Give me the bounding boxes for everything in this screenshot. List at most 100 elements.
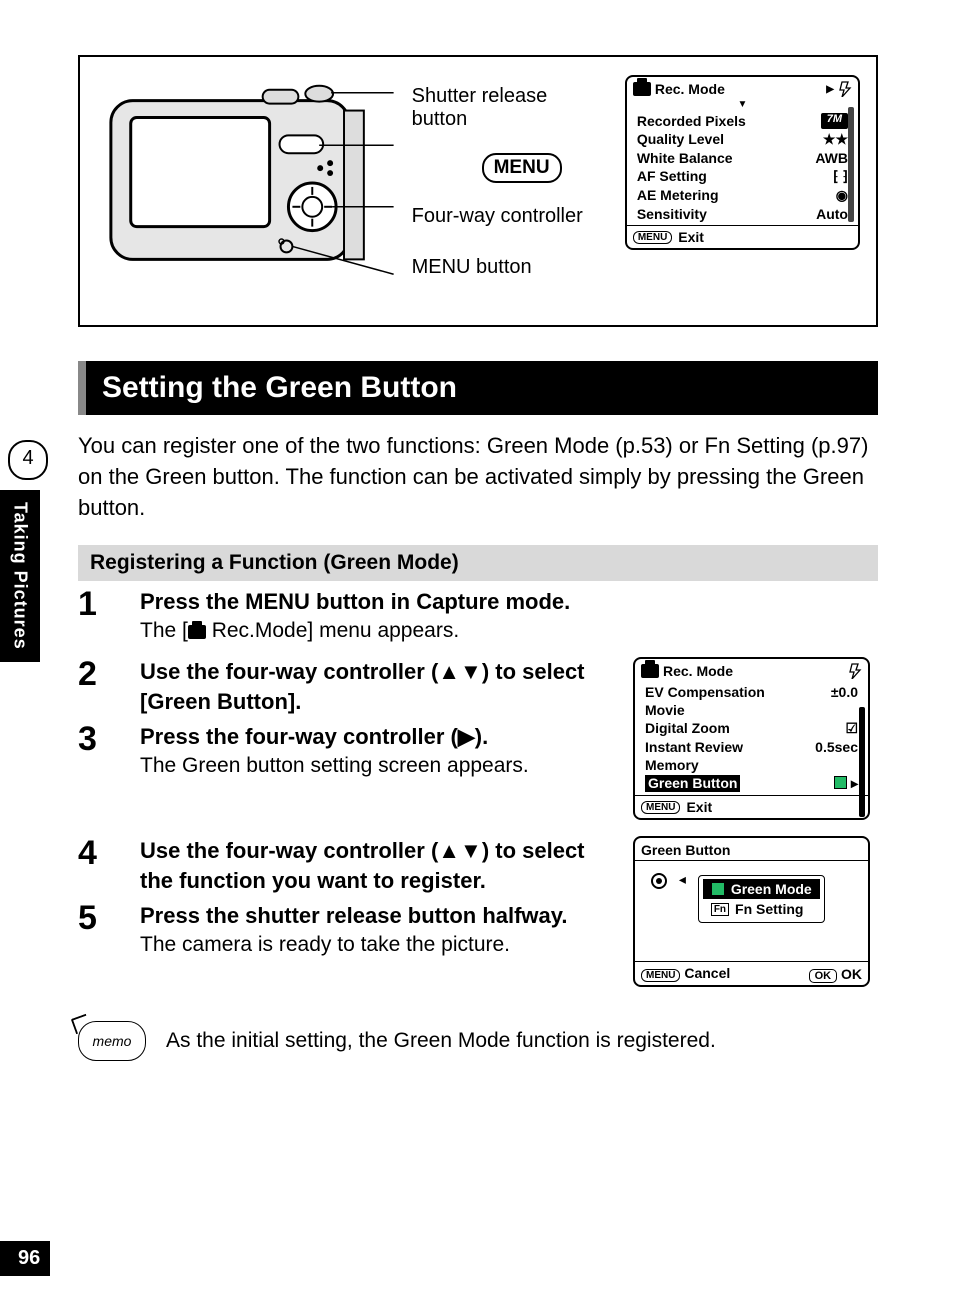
lcd-bottom: Green Button ◂ Green Mode Fn Fn Setting (633, 836, 870, 987)
row-label: AE Metering (637, 187, 719, 204)
sub-header: Registering a Function (Green Mode) (78, 545, 878, 581)
tool-icon (848, 663, 862, 679)
menu-small-icon: MENU (641, 969, 680, 982)
section-header: Setting the Green Button (78, 361, 878, 415)
row-value: ◉ (836, 187, 848, 204)
row-label: White Balance (637, 150, 733, 166)
lcd-middle-footer-text: Exit (686, 799, 712, 815)
memo-row: memo As the initial setting, the Green M… (78, 1021, 878, 1061)
row-label: Movie (645, 702, 685, 718)
menu-pill: MENU (482, 153, 562, 183)
page: 4 Taking Pictures 96 (0, 0, 954, 1314)
lcd-bottom-footer: MENU Cancel OK OK (635, 961, 868, 985)
lcd-top-body: Recorded Pixels 7M Quality Level ★★ White … (627, 110, 858, 225)
left-arrow-icon: ◂ (679, 871, 686, 887)
lcd-middle-body: EV Compensation±0.0 Movie Digital Zoom☑ … (635, 681, 868, 795)
step-5: 5 Press the shutter release button halfw… (78, 901, 615, 967)
lcd-top-footer-text: Exit (678, 229, 704, 245)
row-value: ★★ (823, 131, 848, 148)
memo-icon: memo (78, 1021, 146, 1061)
step-title: Use the four-way controller (▲▼) to sele… (140, 836, 615, 895)
chapter-number: 4 (8, 440, 48, 480)
camera-icon (188, 625, 206, 639)
cancel-label: Cancel (684, 965, 730, 981)
row-label: Instant Review (645, 739, 743, 755)
row-value: 0.5sec (815, 739, 858, 755)
step-num: 5 (78, 901, 122, 935)
row-value: 7M (821, 113, 848, 129)
camera-illustration (96, 75, 394, 285)
step-2: 2 Use the four-way controller (▲▼) to se… (78, 657, 615, 718)
fn-icon: Fn (711, 903, 729, 916)
label-shutter: Shutter release button (412, 85, 607, 131)
step-num: 4 (78, 836, 122, 870)
scrollbar (859, 707, 865, 817)
step-sub: The Green button setting screen appears. (140, 754, 615, 778)
steps-2-3-row: 2 Use the four-way controller (▲▼) to se… (78, 657, 878, 836)
step-num: 3 (78, 722, 122, 756)
page-number: 96 (0, 1241, 50, 1276)
step-num: 1 (78, 587, 122, 621)
lcd-middle-title: Rec. Mode (663, 663, 733, 679)
side-label-wrap: Taking Pictures (0, 490, 40, 662)
lcd-bottom-header: Green Button (635, 838, 868, 861)
row-label: Quality Level (637, 131, 724, 148)
option-green-mode: Green Mode (703, 879, 820, 899)
lcd-top: Rec. Mode ▶ ▼ Recorded Pixels7M Quality … (625, 75, 860, 250)
intro-text: You can register one of the two function… (78, 431, 878, 523)
row-value: ☑ (845, 720, 858, 737)
steps-4-5-row: 4 Use the four-way controller (▲▼) to se… (78, 836, 878, 1003)
label-menubtn: MENU button (412, 256, 607, 279)
menu-pill-wrap: MENU (482, 153, 607, 183)
step-sub: The [ Rec.Mode] menu appears. (140, 619, 878, 643)
lcd-top-title: Rec. Mode (655, 81, 725, 97)
row-value: ±0.0 (831, 684, 858, 700)
green-square-icon (711, 882, 725, 896)
row-value: Auto (816, 206, 848, 222)
step-title: Press the four-way controller (▶). (140, 722, 615, 752)
tool-icon (838, 81, 852, 97)
side-tab: 4 Taking Pictures (0, 440, 56, 662)
diagram-box: Shutter release button MENU Four-way con… (78, 55, 878, 327)
ok-label: OK (841, 966, 862, 982)
label-fourway: Four-way controller (412, 205, 607, 228)
step-sub: The camera is ready to take the picture. (140, 933, 615, 957)
lcd-bottom-body: ◂ Green Mode Fn Fn Setting (635, 861, 868, 961)
side-label: Taking Pictures (10, 502, 31, 650)
row-value: AWB (815, 150, 848, 166)
option-label: Fn Setting (735, 901, 803, 917)
option-label: Green Mode (731, 881, 812, 897)
row-label: Digital Zoom (645, 720, 730, 737)
step-title: Use the four-way controller (▲▼) to sele… (140, 657, 615, 716)
step-sub-pre: The [ (140, 619, 188, 642)
row-label: Sensitivity (637, 206, 707, 222)
row-label-highlight: Green Button (645, 775, 740, 792)
memo-icon-label: memo (93, 1033, 132, 1049)
menu-small-icon: MENU (633, 231, 672, 244)
menu-small-icon: MENU (641, 801, 680, 814)
row-label: Recorded Pixels (637, 113, 746, 129)
scrollbar (848, 107, 854, 222)
step-title: Press the shutter release button halfway… (140, 901, 615, 931)
diagram-label-column: Shutter release button MENU Four-way con… (412, 75, 607, 307)
lcd-middle: Rec. Mode EV Compensation ±0.0 Movie Digi… (633, 657, 870, 820)
ok-box-icon: OK (809, 969, 838, 983)
row-label: EV Compensation (645, 684, 765, 700)
lcd-middle-footer: MENU Exit (635, 795, 868, 818)
step-4: 4 Use the four-way controller (▲▼) to se… (78, 836, 615, 897)
step-sub-post: Rec.Mode] menu appears. (206, 619, 459, 642)
row-label: Memory (645, 757, 699, 773)
row-value: ⁅ ⁆ (833, 168, 848, 185)
step-1: 1 Press the MENU button in Capture mode.… (78, 587, 878, 653)
content: Shutter release button MENU Four-way con… (78, 55, 878, 1061)
radio-selected-icon (651, 873, 667, 889)
lcd-top-header: Rec. Mode ▶ (627, 77, 858, 99)
lcd-top-footer: MENU Exit (627, 225, 858, 248)
camera-icon (633, 82, 651, 96)
memo-text: As the initial setting, the Green Mode f… (166, 1029, 716, 1053)
right-arrow-icon: ▶ (826, 84, 834, 95)
row-value: ▸ (834, 775, 858, 792)
lcd-bottom-title: Green Button (641, 842, 730, 858)
step-num: 2 (78, 657, 122, 691)
row-label: AF Setting (637, 168, 707, 185)
